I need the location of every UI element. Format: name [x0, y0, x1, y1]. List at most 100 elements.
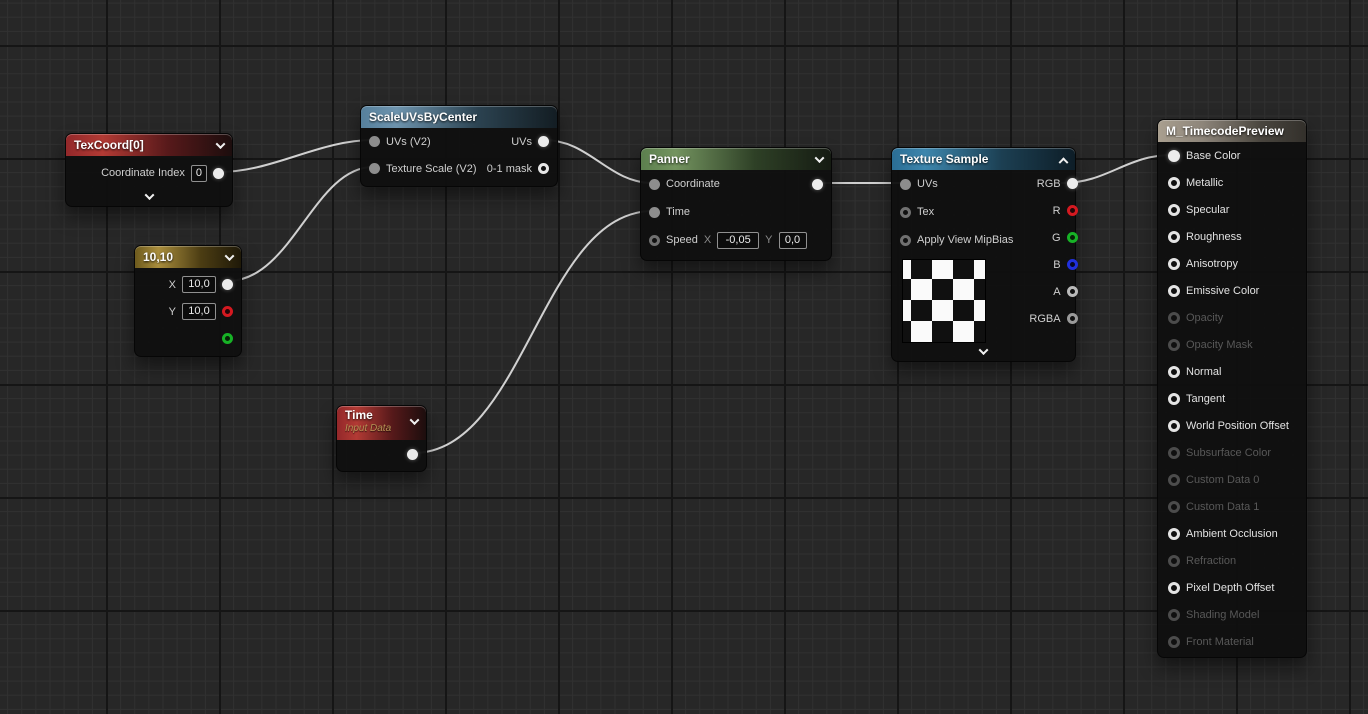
material-pin-row: Metallic	[1160, 169, 1306, 196]
ts-output-label-b: B	[1053, 259, 1060, 271]
pin-material-tangent[interactable]	[1168, 393, 1180, 405]
pin-ts-mipbias-input[interactable]	[900, 235, 911, 246]
pin-ts-uvs-input[interactable]	[900, 179, 911, 190]
pin-material-front-material[interactable]	[1168, 636, 1180, 648]
pin-ts-r-output[interactable]	[1067, 205, 1078, 216]
coordinate-index-field[interactable]: 0	[191, 165, 207, 182]
tex-input-row: Tex	[892, 198, 1021, 226]
pin-vector-output[interactable]	[222, 279, 233, 290]
pin-material-roughness[interactable]	[1168, 231, 1180, 243]
node-texcoord[interactable]: TexCoord[0] Coordinate Index 0	[65, 133, 233, 207]
node-scale-uvs-by-center[interactable]: ScaleUVsByCenter UVs (V2) UVs Texture Sc…	[360, 105, 558, 187]
chevron-down-icon[interactable]	[225, 251, 235, 261]
uvs-v2-label: UVs (V2)	[386, 136, 431, 148]
node-title: TexCoord[0]	[74, 138, 211, 152]
pin-material-emissive-color[interactable]	[1168, 285, 1180, 297]
pin-material-custom-data-0[interactable]	[1168, 474, 1180, 486]
mipbias-input-row: Apply View MipBias	[892, 226, 1021, 254]
time-output-row	[337, 440, 426, 468]
pin-material-pixel-depth-offset[interactable]	[1168, 582, 1180, 594]
pin-material-base-color[interactable]	[1168, 150, 1180, 162]
g-row	[135, 325, 241, 352]
pin-material-specular[interactable]	[1168, 204, 1180, 216]
chevron-down-icon[interactable]	[979, 345, 989, 355]
pin-mask-output[interactable]	[538, 163, 549, 174]
node-material-result[interactable]: M_TimecodePreview Base Color Metallic Sp…	[1157, 119, 1307, 658]
pin-ts-rgb-output[interactable]	[1067, 178, 1078, 189]
speed-y-field[interactable]: 0,0	[779, 232, 807, 249]
node-title: Texture Sample	[900, 152, 1054, 166]
node-graph-canvas[interactable]: TexCoord[0] Coordinate Index 0 10,10 X 1…	[0, 0, 1368, 714]
speed-label: Speed	[666, 234, 698, 246]
material-pin-row: Pixel Depth Offset	[1160, 574, 1306, 601]
material-pin-row: Opacity Mask	[1160, 331, 1306, 358]
pin-ts-tex-input[interactable]	[900, 207, 911, 218]
node-title: M_TimecodePreview	[1166, 124, 1298, 138]
material-pin-row: Subsurface Color	[1160, 439, 1306, 466]
chevron-down-icon[interactable]	[216, 139, 226, 149]
pin-material-opacity-mask[interactable]	[1168, 339, 1180, 351]
wire-scaleuvs-to-panner	[544, 140, 653, 183]
pin-uvs-output[interactable]	[538, 136, 549, 147]
pin-material-anisotropy[interactable]	[1168, 258, 1180, 270]
pin-vector-g-output[interactable]	[222, 333, 233, 344]
material-pin-row: Shading Model	[1160, 601, 1306, 628]
node-time[interactable]: Time Input Data	[336, 405, 427, 472]
pin-ts-b-output[interactable]	[1067, 259, 1078, 270]
pin-material-opacity[interactable]	[1168, 312, 1180, 324]
node-title: ScaleUVsByCenter	[369, 110, 549, 124]
y-field[interactable]: 10,0	[182, 303, 216, 320]
pin-ts-rgba-output[interactable]	[1067, 313, 1078, 324]
node-constant2vector[interactable]: 10,10 X 10,0 Y 10,0	[134, 245, 242, 357]
chevron-down-icon[interactable]	[144, 190, 154, 200]
pin-time-input[interactable]	[649, 207, 660, 218]
pin-ts-a-output[interactable]	[1067, 286, 1078, 297]
material-pin-row: Custom Data 0	[1160, 466, 1306, 493]
node-time-header[interactable]: Time Input Data	[337, 406, 426, 440]
node-texture-sample-header[interactable]: Texture Sample	[892, 148, 1075, 170]
speed-x-field[interactable]: -0,05	[717, 232, 759, 249]
material-pin-row: Opacity	[1160, 304, 1306, 331]
pin-material-metallic[interactable]	[1168, 177, 1180, 189]
coordinate-label: Coordinate	[666, 178, 720, 190]
node-panner-header[interactable]: Panner	[641, 148, 831, 170]
x-field[interactable]: 10,0	[182, 276, 216, 293]
material-pin-row: Roughness	[1160, 223, 1306, 250]
wire-time-to-panner	[413, 211, 653, 453]
pin-material-subsurface-color[interactable]	[1168, 447, 1180, 459]
pin-texcoord-output[interactable]	[213, 168, 224, 179]
pin-material-ambient-occlusion[interactable]	[1168, 528, 1180, 540]
pin-material-world-position-offset[interactable]	[1168, 420, 1180, 432]
coordinate-index-row: Coordinate Index 0	[66, 156, 232, 190]
pin-vector-r-output[interactable]	[222, 306, 233, 317]
pin-uvs-v2-input[interactable]	[369, 136, 380, 147]
pin-panner-output[interactable]	[812, 179, 823, 190]
pin-material-refraction[interactable]	[1168, 555, 1180, 567]
pin-material-custom-data-1[interactable]	[1168, 501, 1180, 513]
pin-material-shading-model[interactable]	[1168, 609, 1180, 621]
chevron-up-icon[interactable]	[1059, 157, 1069, 167]
pin-ts-g-output[interactable]	[1067, 232, 1078, 243]
node-texcoord-header[interactable]: TexCoord[0]	[66, 134, 232, 156]
node-panner[interactable]: Panner Coordinate Time Speed X -0,05 Y 0…	[640, 147, 832, 261]
chevron-down-icon[interactable]	[410, 415, 420, 425]
texture-sample-output-row: G	[1021, 224, 1085, 251]
node-constant2vector-header[interactable]: 10,10	[135, 246, 241, 268]
pin-material-normal[interactable]	[1168, 366, 1180, 378]
ts-uvs-label: UVs	[917, 178, 938, 190]
ts-output-label-r: R	[1053, 205, 1061, 217]
chevron-down-icon[interactable]	[815, 153, 825, 163]
pin-speed-input[interactable]	[649, 235, 660, 246]
wire-vector-to-scaleuvs	[228, 167, 373, 281]
node-material-header[interactable]: M_TimecodePreview	[1158, 120, 1306, 142]
time-row: Time	[641, 198, 831, 226]
pin-time-output[interactable]	[407, 449, 418, 460]
pin-coordinate-input[interactable]	[649, 179, 660, 190]
material-pin-row: Normal	[1160, 358, 1306, 385]
y-label: Y	[169, 306, 176, 318]
texture-sample-output-row: A	[1021, 278, 1085, 305]
material-pin-row: Ambient Occlusion	[1160, 520, 1306, 547]
node-scaleuvs-header[interactable]: ScaleUVsByCenter	[361, 106, 557, 128]
node-texture-sample[interactable]: Texture Sample UVs Tex Apply View MipBia…	[891, 147, 1076, 362]
pin-texture-scale-input[interactable]	[369, 163, 380, 174]
